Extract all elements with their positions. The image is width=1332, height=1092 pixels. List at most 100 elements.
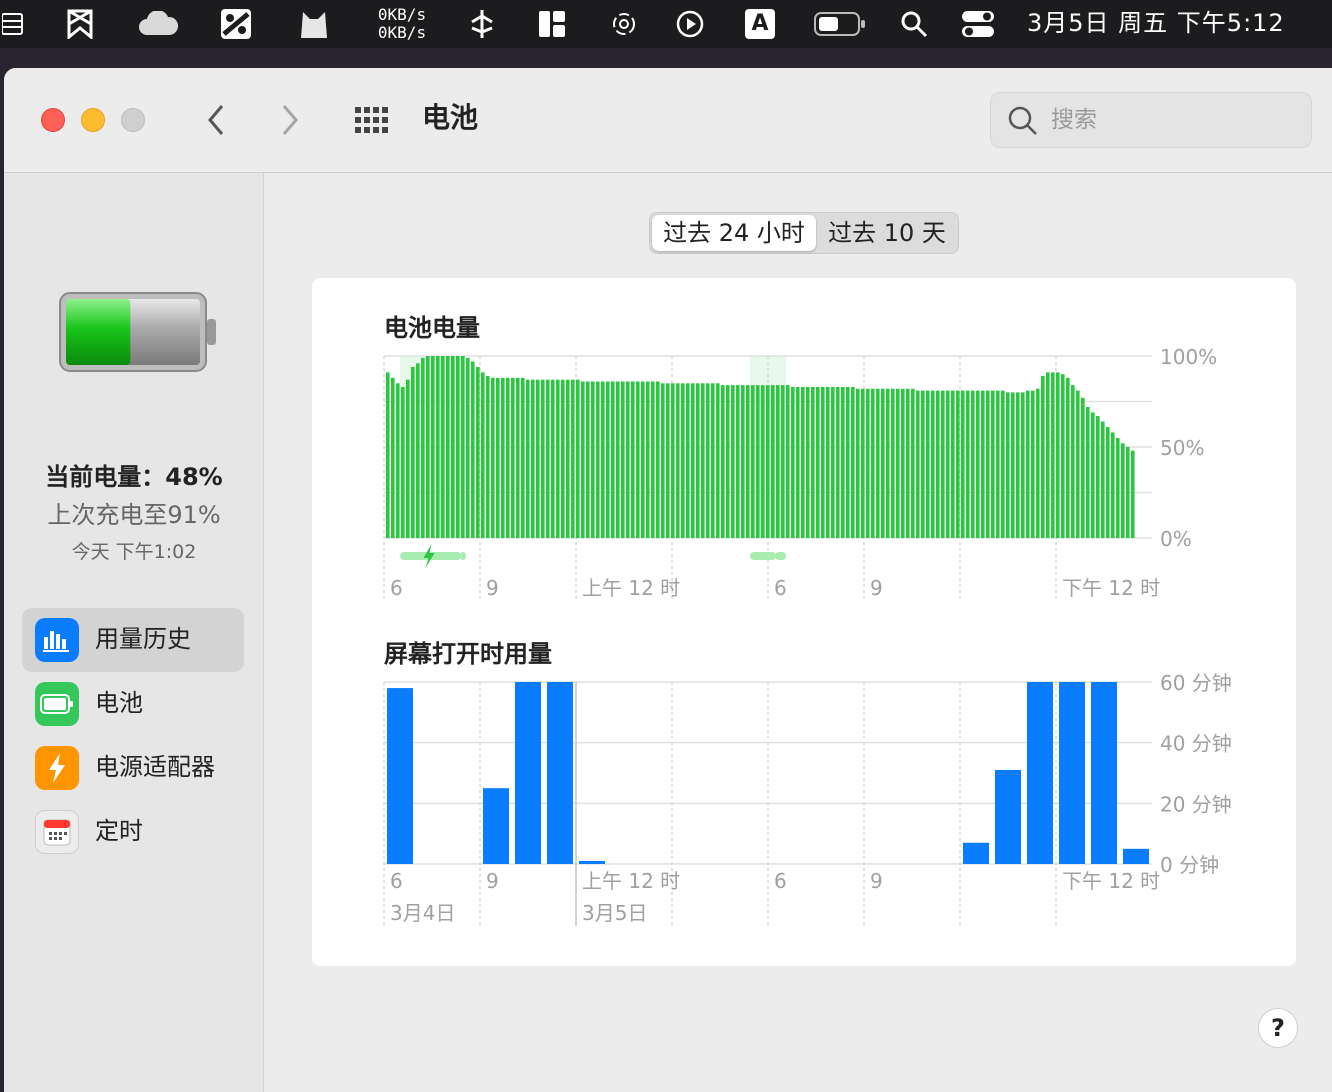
battery-level-bar bbox=[436, 356, 440, 538]
battery-level-bar bbox=[386, 372, 390, 538]
menu-clock[interactable]: 3月5日 周五 下午5:12 bbox=[1027, 8, 1285, 38]
battery-level-bar bbox=[1081, 397, 1085, 538]
battery-level-bar bbox=[921, 390, 925, 538]
battery-level-bar bbox=[601, 381, 605, 538]
battery-level-bar bbox=[526, 379, 530, 538]
chevron-right-icon bbox=[282, 105, 298, 135]
cat-icon[interactable] bbox=[296, 8, 332, 40]
help-button[interactable]: ? bbox=[1258, 1008, 1298, 1048]
battery-level-bar bbox=[406, 379, 410, 538]
scale-icon[interactable] bbox=[220, 8, 252, 40]
battery-level-bar bbox=[631, 381, 635, 538]
search-field[interactable]: 搜索 bbox=[990, 92, 1312, 148]
battery-level-bar bbox=[1076, 390, 1080, 538]
sidebar-item-label: 电源适配器 bbox=[95, 753, 215, 781]
battery-level-bar bbox=[831, 386, 835, 538]
network-speed-icon[interactable]: 0KB/s 0KB/s bbox=[370, 6, 434, 42]
layout-icon[interactable] bbox=[536, 8, 568, 40]
screen-usage-bar bbox=[1059, 682, 1085, 864]
battery-level-bar bbox=[426, 356, 430, 538]
screen-usage-bar bbox=[483, 788, 509, 864]
battery-level-bar bbox=[1116, 437, 1120, 538]
battery-level-bar bbox=[536, 379, 540, 538]
battery-level-bar bbox=[446, 356, 450, 538]
screen-x-tick-label: 上午 12 时 bbox=[582, 869, 680, 893]
input-method-icon[interactable]: A bbox=[744, 8, 776, 40]
cloud-icon[interactable] bbox=[136, 8, 180, 40]
battery-y-tick-label: 0% bbox=[1160, 527, 1192, 551]
battery-level-bar bbox=[846, 386, 850, 538]
screen-x-tick-label: 9 bbox=[486, 869, 499, 893]
battery-icon[interactable] bbox=[812, 8, 868, 40]
screen-usage-bar bbox=[387, 688, 413, 864]
sidebar-item-battery[interactable]: 电池 bbox=[22, 672, 244, 736]
sidebar-item-schedule[interactable]: 定时 bbox=[22, 800, 244, 864]
battery-level-bar bbox=[416, 363, 420, 538]
battery-level-bar bbox=[486, 376, 490, 538]
sidebar-item-usage-history[interactable]: 用量历史 bbox=[22, 608, 244, 672]
battery-level-bar bbox=[1046, 372, 1050, 538]
battery-x-tick-label: 上午 12 时 bbox=[582, 576, 680, 600]
battery-level-bar bbox=[701, 383, 705, 538]
battery-level-bar bbox=[566, 379, 570, 538]
battery-level-bar bbox=[546, 379, 550, 538]
bookmark-icon[interactable] bbox=[64, 8, 96, 40]
screen-y-tick-label: 0 分钟 bbox=[1160, 853, 1219, 877]
show-all-button[interactable] bbox=[352, 100, 392, 140]
title-bar: 电池 搜索 bbox=[4, 68, 1332, 173]
battery-level-bar bbox=[511, 377, 515, 538]
battery-level-bar bbox=[521, 377, 525, 538]
battery-level-bar bbox=[626, 381, 630, 538]
spotlight-search-icon[interactable] bbox=[898, 8, 930, 40]
battery-x-tick-label: 6 bbox=[390, 576, 403, 600]
back-button[interactable] bbox=[196, 100, 236, 140]
menu-bar: 0KB/s 0KB/s A 3月5日 周五 下午5:12 bbox=[0, 0, 1332, 48]
sidebar: 当前电量：48% 上次充电至91% 今天 下午1:02 用量历史 电池 电源适配… bbox=[4, 173, 264, 1092]
battery-level-bar bbox=[901, 388, 905, 538]
forward-button[interactable] bbox=[270, 100, 310, 140]
battery-level-bar bbox=[926, 390, 930, 538]
tab-last-10-days[interactable]: 过去 10 天 bbox=[818, 215, 956, 251]
sync-icon[interactable] bbox=[608, 8, 640, 40]
zoom-button[interactable] bbox=[121, 108, 145, 132]
last-charged-time: 今天 下午1:02 bbox=[71, 541, 197, 563]
control-center-icon[interactable] bbox=[960, 8, 996, 40]
battery-level-bar bbox=[1071, 385, 1075, 538]
sidebar-item-label: 定时 bbox=[95, 817, 143, 845]
sidebar-item-power-adapter[interactable]: 电源适配器 bbox=[22, 736, 244, 800]
battery-level-bar bbox=[501, 377, 505, 538]
system-preferences-window: 电池 搜索 当前电量：48% 上次充电至91% 今天 下午1:02 用量历史 电… bbox=[4, 68, 1332, 1092]
battery-level-bar bbox=[1066, 377, 1070, 538]
battery-level-bar bbox=[731, 385, 735, 538]
tab-last-24-hours[interactable]: 过去 24 小时 bbox=[652, 215, 816, 251]
battery-level-bar bbox=[1031, 390, 1035, 538]
battery-level-bar bbox=[1056, 372, 1060, 538]
battery-level-bar bbox=[441, 356, 445, 538]
battery-level-bar bbox=[836, 386, 840, 538]
battery-level-bar bbox=[856, 388, 860, 538]
menu-extra-icon[interactable] bbox=[0, 8, 26, 40]
minimize-button[interactable] bbox=[81, 108, 105, 132]
input-method-label: A bbox=[745, 9, 775, 39]
battery-level-bar bbox=[1006, 392, 1010, 538]
battery-level-bar bbox=[611, 381, 615, 538]
schedule-icon bbox=[35, 810, 79, 854]
battery-level-bar bbox=[471, 361, 475, 538]
battery-icon bbox=[35, 682, 79, 726]
battery-level-bar bbox=[516, 377, 520, 538]
screen-x-tick-label: 9 bbox=[870, 869, 883, 893]
battery-level-bar bbox=[951, 390, 955, 538]
battery-level-bar bbox=[931, 390, 935, 538]
battery-level-bar bbox=[681, 383, 685, 538]
battery-level-bar bbox=[461, 356, 465, 538]
battery-level-bar bbox=[411, 366, 415, 538]
battery-level-bar bbox=[896, 388, 900, 538]
screen-x-tick-label: 6 bbox=[390, 869, 403, 893]
battery-level-bar bbox=[826, 386, 830, 538]
close-button[interactable] bbox=[41, 108, 65, 132]
grid-icon bbox=[355, 107, 388, 133]
battery-level-bar bbox=[751, 385, 755, 538]
screen-usage-bar bbox=[547, 682, 573, 864]
bluetooth-icon[interactable] bbox=[466, 8, 498, 40]
play-icon[interactable] bbox=[674, 8, 706, 40]
